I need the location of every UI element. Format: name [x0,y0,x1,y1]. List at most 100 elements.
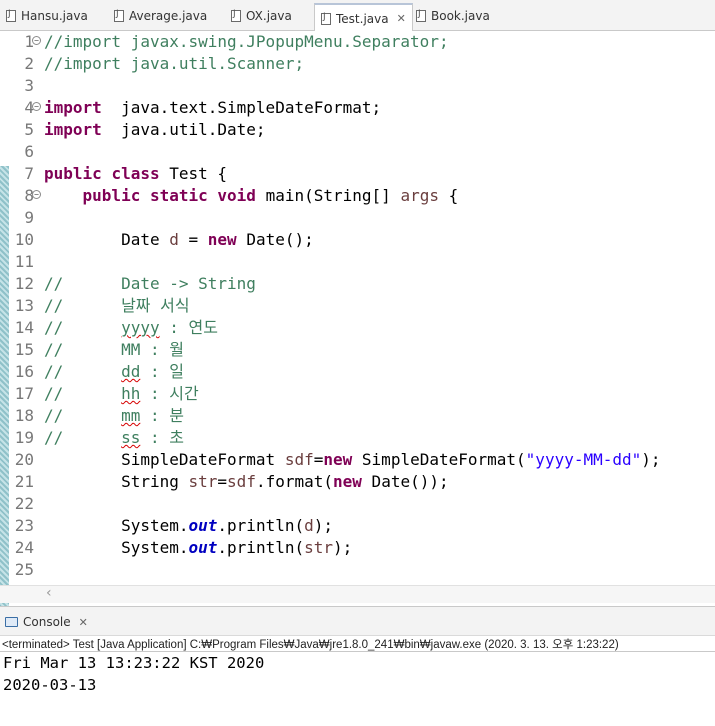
java-file-icon [114,9,124,22]
java-file-icon [231,9,241,22]
code-text: //import javax.swing.JPopupMenu.Separato… [44,31,449,53]
code-token: new [323,450,353,469]
code-text: // dd : 일 [44,361,184,383]
tab-console[interactable]: Console ✕ [5,611,88,633]
code-editor[interactable]: 1−//import javax.swing.JPopupMenu.Separa… [0,31,715,607]
code-token: hh [121,384,141,403]
line-number: 10 [14,230,34,249]
code-line[interactable]: 24 System.out.println(str); [0,537,715,559]
line-number: 2 [24,54,34,73]
line-number: 8 [24,186,34,205]
java-file-icon [416,9,426,22]
fold-toggle-icon[interactable]: − [32,190,41,199]
code-token: main(String[] [255,186,401,205]
code-token: "yyyy-MM-dd" [525,450,642,469]
code-token: System. [44,538,189,557]
close-icon[interactable]: ✕ [79,616,88,629]
code-token: = [217,472,228,491]
code-line[interactable]: 4− import java.text.SimpleDateFormat; [0,97,715,119]
tab-label: OX.java [246,9,292,23]
code-token: // [44,428,122,447]
horizontal-scrollbar[interactable]: ‹ [0,585,715,603]
code-token: // [44,362,122,381]
code-line[interactable]: 10 Date d = new Date(); [0,229,715,251]
code-token: : 시간 [140,384,199,403]
tab-average-java[interactable]: Average.java [114,4,207,28]
code-token: void [217,186,256,205]
code-token: .format( [255,472,334,491]
code-line[interactable]: 9 [0,207,715,229]
code-token: ); [313,516,334,535]
code-token: import [44,120,102,139]
console-icon [5,617,18,627]
code-line[interactable]: 14 // yyyy : 연도 [0,317,715,339]
code-line[interactable]: 2 //import java.util.Scanner; [0,53,715,75]
code-token: // [44,384,122,403]
code-line[interactable]: 17 // hh : 시간 [0,383,715,405]
tab-ox-java[interactable]: OX.java [231,4,292,28]
fold-toggle-icon[interactable]: − [32,102,41,111]
code-line[interactable]: 23 System.out.println(d); [0,515,715,537]
code-line[interactable]: 19 // ss : 초 [0,427,715,449]
code-token: str [304,538,334,557]
code-line[interactable]: 7 public class Test { [0,163,715,185]
code-token: new [207,230,237,249]
code-token: out [188,516,218,535]
tab-hansu-java[interactable]: Hansu.java [6,4,88,28]
code-token: public [82,186,141,205]
code-line[interactable]: 18 // mm : 분 [0,405,715,427]
code-token: ss [121,428,141,447]
code-token: sdf [227,472,256,491]
code-text: import java.util.Date; [44,119,266,141]
code-line[interactable]: 12 // Date -> String [0,273,715,295]
code-token: System. [44,516,189,535]
code-line[interactable]: 20 SimpleDateFormat sdf=new SimpleDateFo… [0,449,715,471]
code-token: : 일 [140,362,184,381]
line-number: 23 [14,516,34,535]
code-line[interactable]: 13 // 날짜 서식 [0,295,715,317]
code-token: //import java.util.Scanner; [44,54,305,73]
code-text: import java.text.SimpleDateFormat; [44,97,381,119]
code-text: String str=sdf.format(new Date()); [44,471,449,493]
line-number: 14 [14,318,34,337]
divider [0,651,715,652]
code-line[interactable]: 11 [0,251,715,273]
console-output-line: 2020-03-13 [3,676,97,694]
code-line[interactable]: 22 [0,493,715,515]
code-token: // Date -> String [44,274,256,293]
code-token: dd [121,362,141,381]
line-number: 15 [14,340,34,359]
console-tab-label: Console [23,615,71,629]
code-token: = [178,230,208,249]
code-token: static [149,186,208,205]
code-token: Date()); [361,472,449,491]
code-line[interactable]: 21 String str=sdf.format(new Date()); [0,471,715,493]
tab-test-java[interactable]: Test.java ✕ [314,3,413,32]
close-icon[interactable]: ✕ [397,12,406,25]
fold-toggle-icon[interactable]: − [32,36,41,45]
code-line[interactable]: 8− public static void main(String[] args… [0,185,715,207]
code-line[interactable]: 5 import java.util.Date; [0,119,715,141]
line-number: 4 [24,98,34,117]
code-line[interactable]: 15 // MM : 월 [0,339,715,361]
scroll-left-icon[interactable]: ‹ [46,585,52,601]
code-line[interactable]: 1−//import javax.swing.JPopupMenu.Separa… [0,31,715,53]
code-token: new [333,472,362,491]
code-token: .println( [217,516,305,535]
code-text: // 날짜 서식 [44,295,190,317]
code-text: Date d = new Date(); [44,229,314,251]
code-line[interactable]: 3 [0,75,715,97]
code-line[interactable]: 25 [0,559,715,581]
code-token: { [438,186,459,205]
code-line[interactable]: 16 // dd : 일 [0,361,715,383]
line-number: 20 [14,450,34,469]
tab-book-java[interactable]: Book.java [416,4,490,28]
code-text: System.out.println(str); [44,537,352,559]
code-token: : 분 [140,406,184,425]
code-line[interactable]: 6 [0,141,715,163]
console-header: Console ✕ [0,606,715,636]
